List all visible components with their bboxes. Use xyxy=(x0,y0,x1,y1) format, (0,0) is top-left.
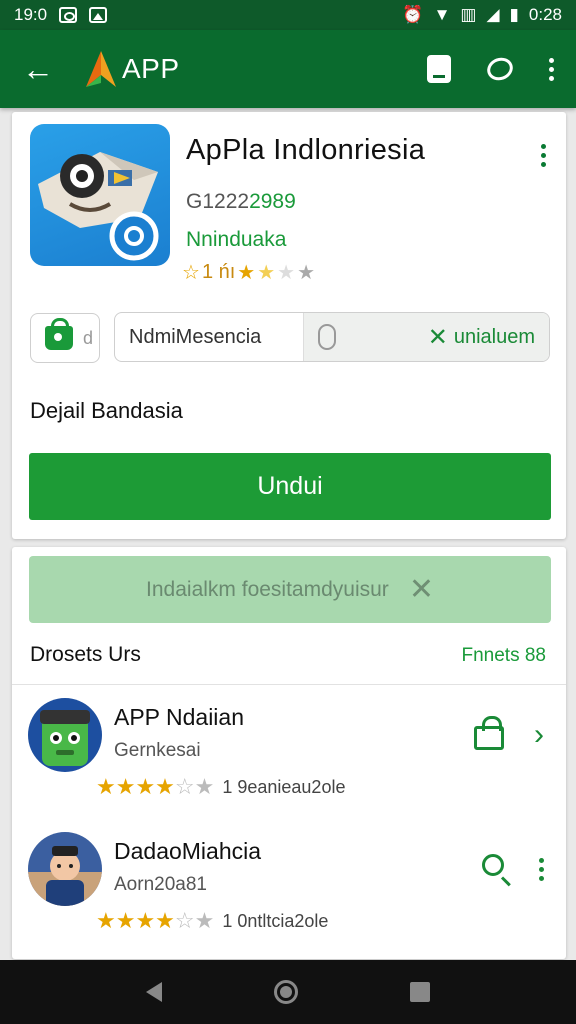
status-time: 0:28 xyxy=(528,5,562,24)
search-query: NdmiMesencia xyxy=(129,325,262,348)
list-item-count: 1 0ntltcia2ole xyxy=(222,910,329,931)
install-button[interactable]: Undui xyxy=(29,453,551,520)
section-title: Drosets Urs xyxy=(30,643,141,666)
image-notification-icon xyxy=(89,7,108,23)
nav-recents-icon[interactable] xyxy=(410,982,430,1002)
search-clear-action[interactable]: ✕ unialuem xyxy=(428,323,549,352)
list-item-name: APP Ndaiian xyxy=(114,704,244,730)
status-bar: 19:0 ⏰ ▼ ▥ ◢ ▮ 0:28 xyxy=(0,0,576,30)
app-bar-title: APP xyxy=(122,53,180,84)
system-nav-bar xyxy=(0,960,576,1024)
nav-back-icon[interactable] xyxy=(146,982,162,1002)
avatar xyxy=(28,698,102,772)
wifi-icon: ▼ xyxy=(433,5,451,24)
star-icon: ★ xyxy=(297,262,316,284)
close-icon: ✕ xyxy=(427,323,448,351)
list-item-count: 1 9eanieau2ole xyxy=(222,776,346,797)
list-item[interactable]: APP Ndaiian Gernkesai ★★★★ ☆★ 1 9eanieau2… xyxy=(12,698,566,818)
nav-home-icon[interactable] xyxy=(274,980,298,1004)
list-item-name: DadaoMiahcia xyxy=(114,838,262,864)
search-icon[interactable] xyxy=(482,852,504,876)
list-item[interactable]: DadaoMiahcia Aorn20a81 ★★★★ ☆★ 1 0ntltcia… xyxy=(12,832,566,952)
star-icon: ★ xyxy=(237,262,256,284)
list-item-subtitle: Aorn20a81 xyxy=(114,874,207,895)
chevron-right-icon[interactable]: › xyxy=(534,720,544,750)
section-link[interactable]: Fnnets 88 xyxy=(462,645,547,667)
search-action-label: unialuem xyxy=(453,325,535,348)
divider xyxy=(12,684,566,685)
sync-icon[interactable] xyxy=(484,54,516,84)
avatar xyxy=(28,832,102,906)
star-icon: ★ xyxy=(277,262,296,284)
app-detail-card: ApPla Indlonriesia G12222989 Nninduaka ☆… xyxy=(12,112,566,539)
star-icon: ☆★ xyxy=(174,908,215,933)
info-banner: Indaialkm foesitamdyuisur ✕ xyxy=(29,556,551,623)
star-icon: ☆ xyxy=(182,262,200,284)
star-icon: ☆★ xyxy=(174,774,215,799)
list-item-subtitle: Gernkesai xyxy=(114,740,201,761)
banner-text: Indaialkm foesitamdyuisur xyxy=(146,577,389,601)
store-chip[interactable]: d xyxy=(30,313,100,363)
star-icon: ★★★★ xyxy=(96,908,175,933)
shopping-bag-icon xyxy=(45,318,73,350)
overflow-menu-icon[interactable] xyxy=(549,57,554,81)
app-id-prefix: G1222 xyxy=(186,190,250,213)
card-overflow-menu-icon[interactable] xyxy=(541,144,546,167)
signal-icon: ◢ xyxy=(486,5,500,24)
rating-label: 1 ńı xyxy=(201,261,236,283)
list-item-rating: ★★★★ ☆★ 1 0ntltcia2ole xyxy=(96,908,328,934)
lock-icon[interactable] xyxy=(474,716,504,750)
device-icon[interactable] xyxy=(427,55,451,83)
app-id: G12222989 xyxy=(186,190,296,214)
app-developer[interactable]: Nninduaka xyxy=(186,228,286,252)
alarm-icon: ⏰ xyxy=(402,5,424,24)
app-logo-icon xyxy=(86,51,116,87)
cast-icon xyxy=(59,7,78,23)
search-input[interactable]: NdmiMesencia ✕ unialuem xyxy=(114,312,550,362)
back-arrow-icon[interactable]: ← xyxy=(22,53,62,85)
star-icon: ★ xyxy=(257,262,276,284)
list-item-rating: ★★★★ ☆★ 1 9eanieau2ole xyxy=(96,774,345,800)
app-icon xyxy=(30,124,170,266)
app-rating: ☆ 1 ńı ★ ★ ★ ★ xyxy=(182,260,315,285)
overflow-menu-icon[interactable] xyxy=(539,858,544,881)
banner-close-icon[interactable]: ✕ xyxy=(409,572,434,607)
detail-label: Dejail Bandasia xyxy=(30,398,183,423)
app-name: ApPla Indlonriesia xyxy=(186,134,426,166)
microphone-icon[interactable] xyxy=(318,324,336,350)
battery-icon: ▮ xyxy=(509,5,519,24)
status-left-text: 19:0 xyxy=(14,5,48,24)
store-chip-text: d xyxy=(83,327,94,348)
app-bar: ← APP xyxy=(0,30,576,108)
app-id-suffix: 2989 xyxy=(249,190,296,213)
vibrate-icon: ▥ xyxy=(460,5,477,24)
star-icon: ★★★★ xyxy=(96,774,175,799)
related-apps-card: Indaialkm foesitamdyuisur ✕ Drosets Urs … xyxy=(12,547,566,959)
